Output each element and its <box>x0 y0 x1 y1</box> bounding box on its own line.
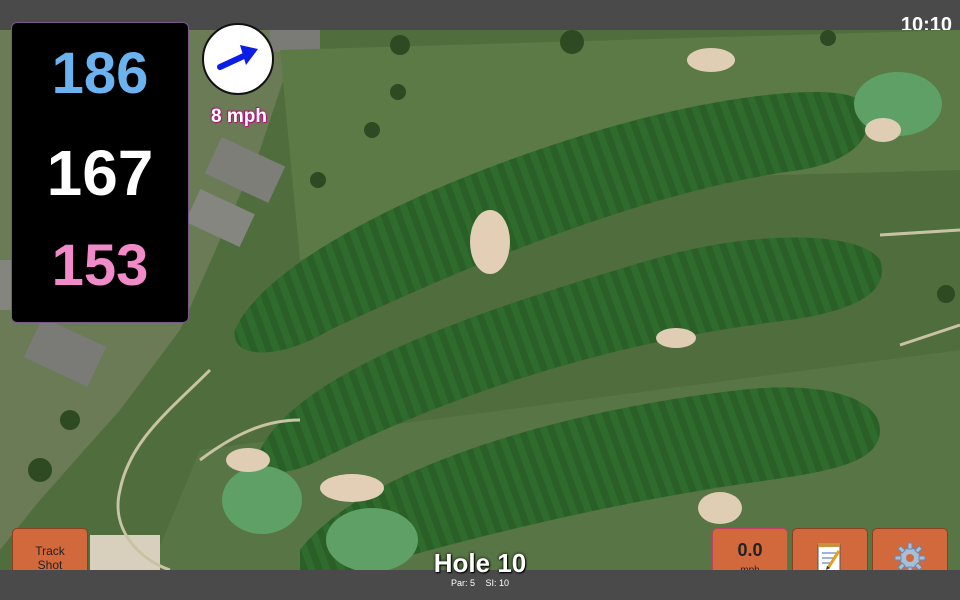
bunker <box>865 118 901 142</box>
back-distance: 186 <box>51 41 149 106</box>
front-distance: 153 <box>51 233 149 298</box>
hole-title: Hole 10 <box>433 548 527 578</box>
sand-area <box>90 535 160 570</box>
house <box>270 30 320 52</box>
wind-indicator[interactable] <box>202 23 274 95</box>
green <box>222 466 302 534</box>
hole-info: Par: 5 SI: 10 <box>380 578 580 588</box>
speed-value: 0.0 <box>737 540 763 560</box>
wind-arrow-icon <box>217 45 258 70</box>
distance-panel: 186 167 153 <box>11 22 189 323</box>
middle-distance: 167 <box>46 137 154 209</box>
bunker <box>698 492 742 524</box>
hole-stroke-index: SI: 10 <box>485 578 510 588</box>
bunker <box>656 328 696 348</box>
hole-par: Par: 5 <box>450 578 475 588</box>
track-shot-label-line1: Track <box>35 544 65 558</box>
bunker <box>226 448 270 472</box>
bunker <box>687 48 735 72</box>
bunker <box>470 210 510 274</box>
wind-speed-label: 8 mph <box>211 106 267 127</box>
bunker <box>320 474 384 502</box>
